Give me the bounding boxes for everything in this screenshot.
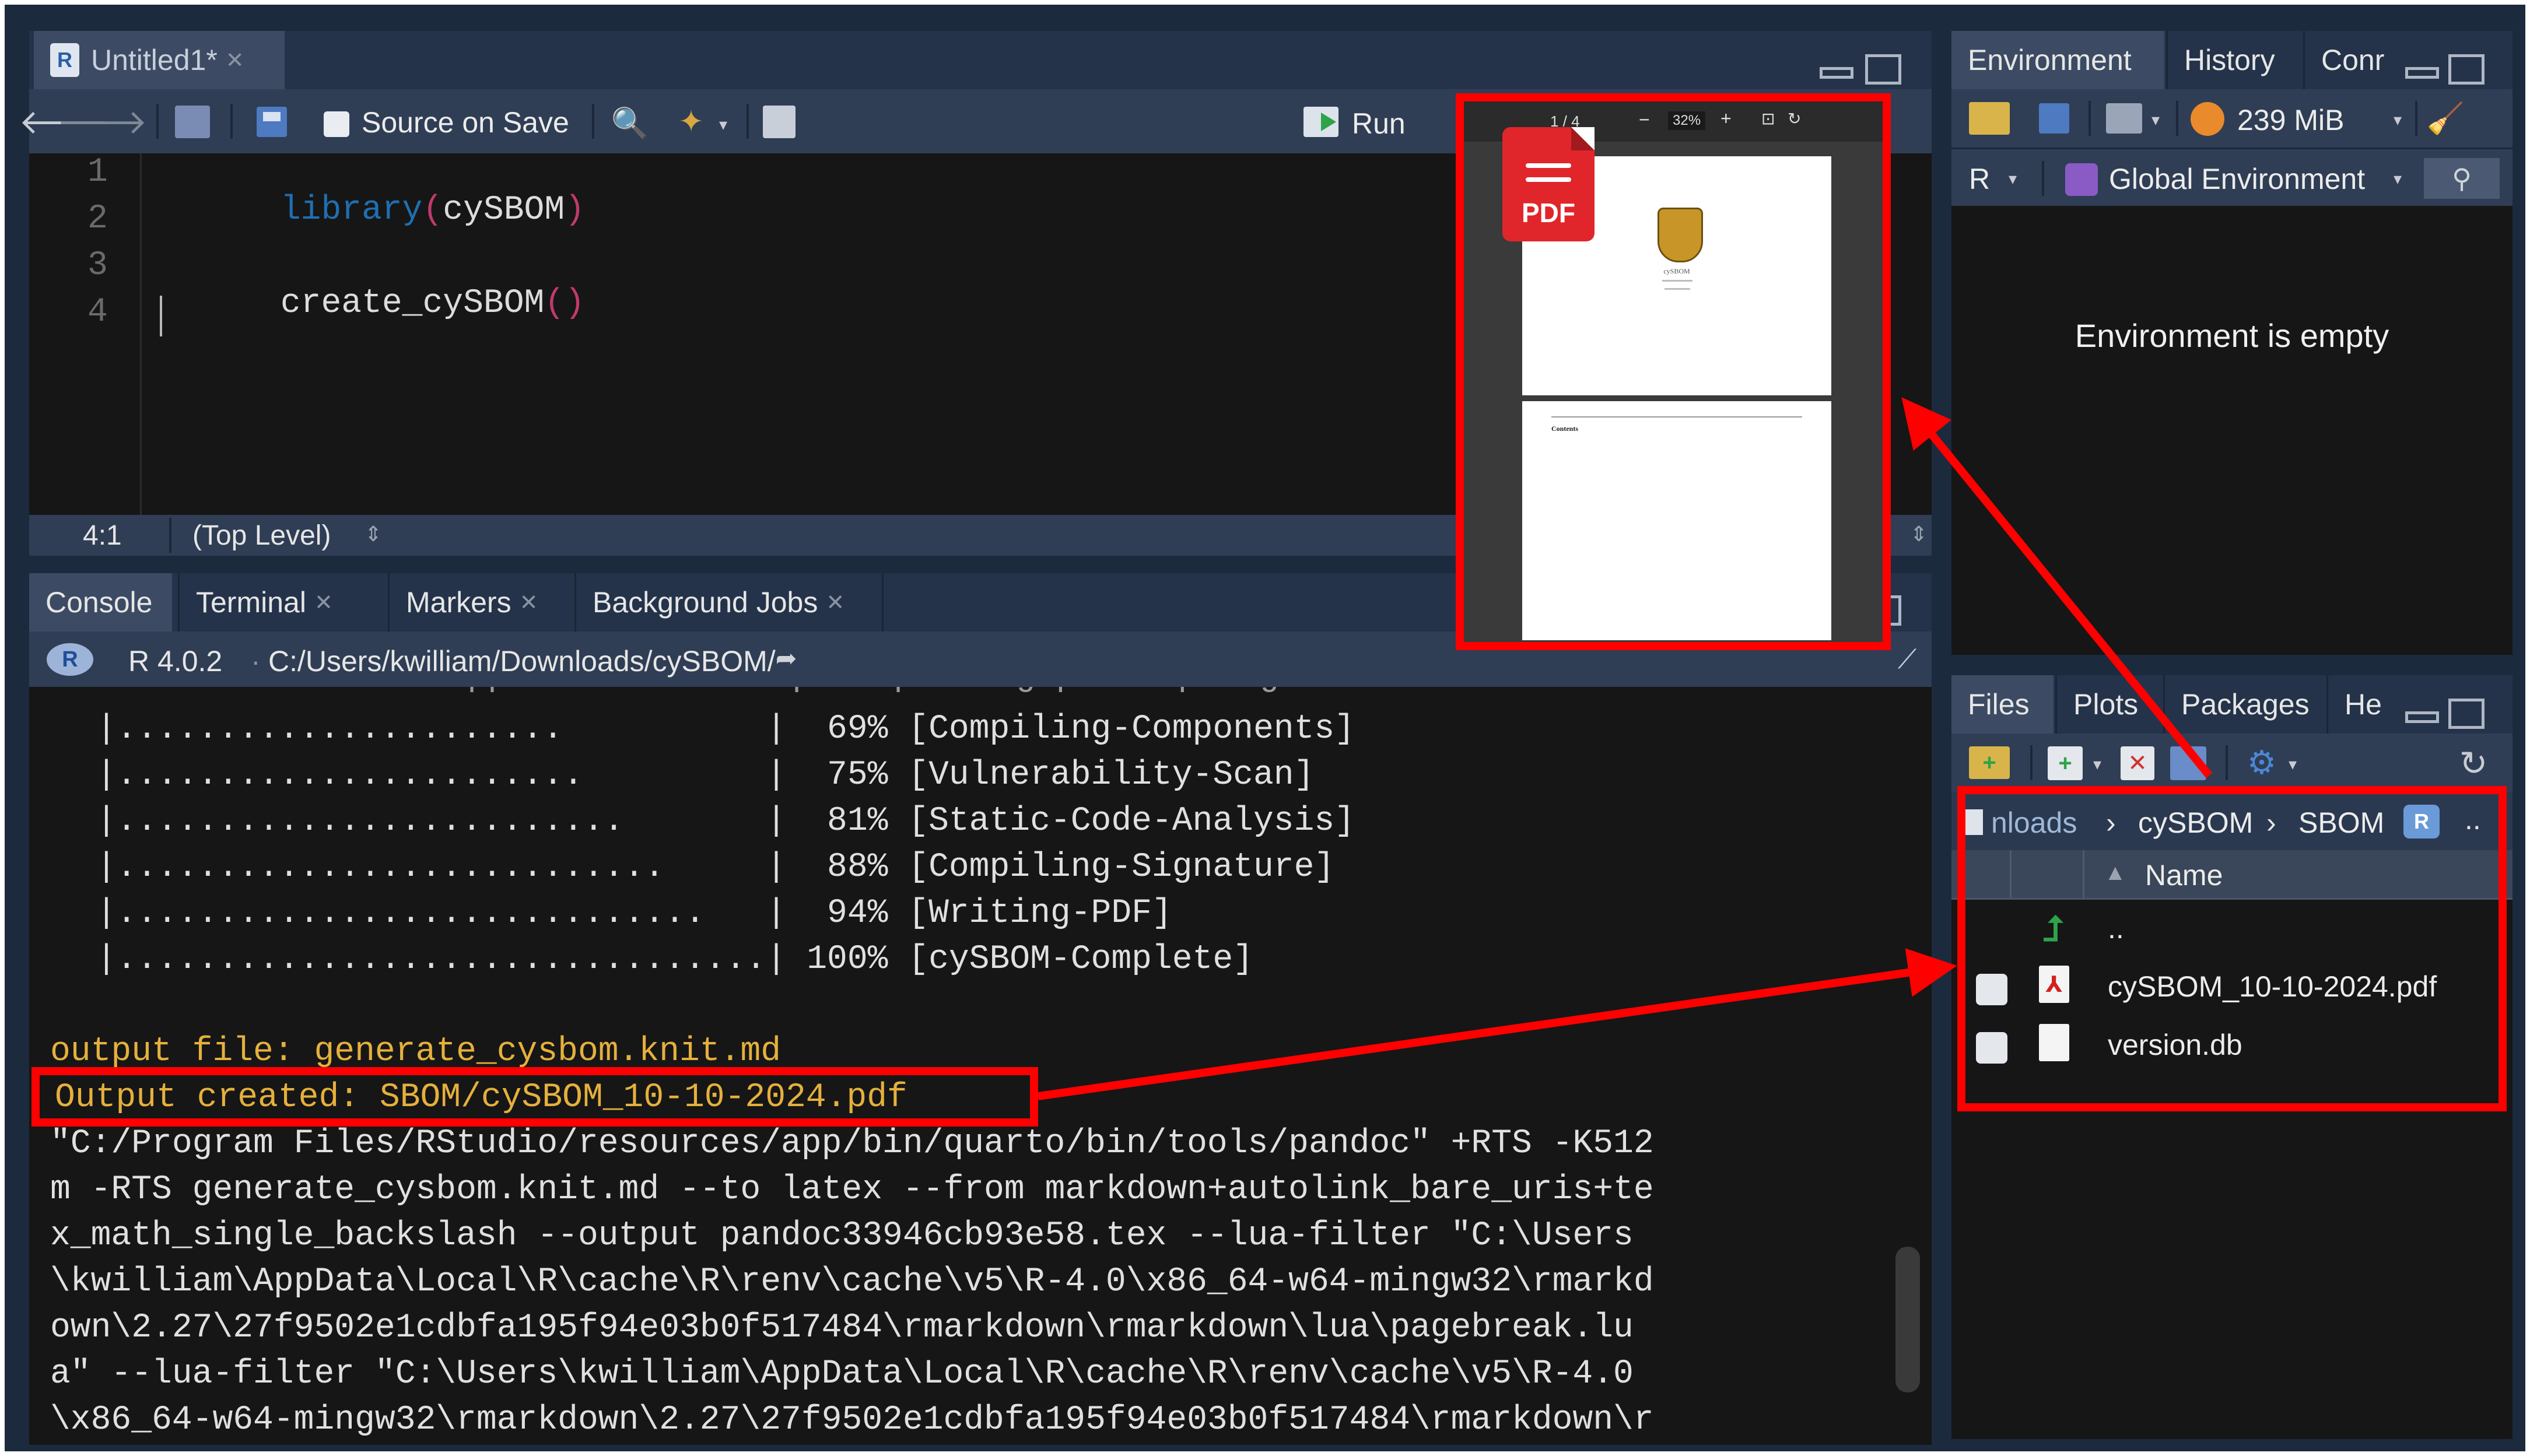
arrow-to-pdf-preview [1901, 397, 2213, 778]
rstudio-window: R Untitled1* ✕ 🡐 🡒 Source on Save 🔍 ✦ ▾ … [5, 5, 2525, 1451]
annotation-arrows [1038, 397, 2213, 1100]
arrow-to-pdf-file [1038, 948, 1957, 1100]
